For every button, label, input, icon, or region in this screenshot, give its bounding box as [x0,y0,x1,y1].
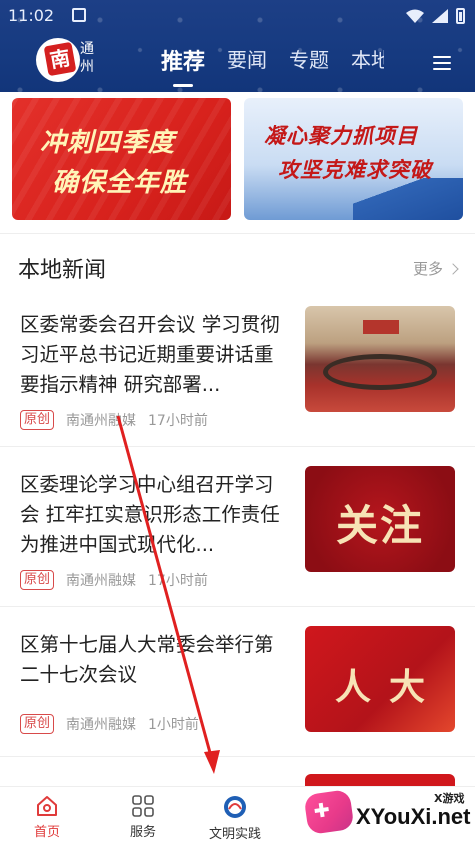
news-meta: 原创 南通州融媒 1小时前 [20,714,199,734]
watermark: X游戏 XYouXi.net [302,786,475,844]
banner-left[interactable]: 冲刺四季度 确保全年胜 [12,98,231,220]
tab-recommend[interactable]: 推荐 [150,44,216,87]
watermark-text: XYouXi.net [356,804,471,829]
banner-flag-graphic [353,178,463,220]
news-time: 17小时前 [148,413,208,429]
news-item[interactable]: 区委理论学习中心组召开学习会 扛牢扛实意识形态工作责任 为推进中国式现代化...… [0,448,475,608]
app-screen: 11:02 南 通州 推荐 要闻 专题 本地 冲刺四季度 确保全年胜 凝心聚力抓… [0,0,475,844]
divider [0,446,475,447]
next-thumbnail-peek [305,774,455,786]
news-meta: 原创 南通州融媒 17小时前 [20,410,208,430]
banner-left-line1: 冲刺四季度 [40,128,176,158]
nav-civilization-label: 文明实践 [208,827,261,842]
news-source: 南通州融媒 [66,717,137,733]
notification-icon [72,8,86,22]
divider [0,606,475,607]
news-meta: 原创 南通州融媒 17小时前 [20,570,208,590]
emblem-icon [224,796,246,818]
wifi-icon [406,9,424,23]
chevron-right-icon [447,262,459,275]
status-time: 11:02 [8,6,55,25]
app-logo[interactable]: 南 通州 [34,34,94,88]
logo-text: 通州 [80,41,94,75]
news-thumbnail[interactable]: 关注 [305,466,455,572]
original-badge: 原创 [20,570,55,590]
more-label: 更多 [412,260,443,278]
news-title[interactable]: 区第十七届人大常委会举行第二十七次会议 [20,630,288,690]
gamepad-logo [303,788,355,836]
banner-right-line1: 凝心聚力抓项目 [264,123,418,148]
status-icons [406,8,465,24]
more-link[interactable]: 更多 [412,258,459,279]
news-item[interactable]: 区第十七届人大常委会举行第二十七次会议 原创 南通州融媒 1小时前 人大 [0,608,475,768]
news-source: 南通州融媒 [66,573,137,589]
original-badge: 原创 [20,410,55,430]
nav-service[interactable]: 服务 [108,795,178,840]
channel-tabs: 推荐 要闻 专题 本地 [150,44,384,87]
signal-icon [432,9,448,23]
banner-right-line2: 攻坚克难求突破 [278,157,432,182]
news-source: 南通州融媒 [66,413,137,429]
divider [0,756,475,757]
menu-icon[interactable] [433,56,451,70]
news-thumbnail[interactable]: 人大 [305,626,455,732]
section-title: 本地新闻 [18,258,107,283]
news-item[interactable]: 区委常委会召开会议 学习贯彻习近平总书记近期重要讲话重要指示精神 研究部署...… [0,288,475,448]
nav-home[interactable]: 首页 [12,795,82,840]
banner-row: 冲刺四季度 确保全年胜 凝心聚力抓项目 攻坚克难求突破 [0,92,475,232]
news-title[interactable]: 区委理论学习中心组召开学习会 扛牢扛实意识形态工作责任 为推进中国式现代化... [20,470,288,560]
original-badge: 原创 [20,714,55,734]
status-bar: 11:02 [0,0,475,32]
tab-headlines[interactable]: 要闻 [216,44,278,73]
nav-home-label: 首页 [33,825,60,840]
tab-topics[interactable]: 专题 [278,44,340,73]
thumbnail-text: 人大 [334,667,443,708]
banner-left-line2: 确保全年胜 [52,168,188,198]
news-thumbnail[interactable] [305,306,455,412]
news-time: 1小时前 [148,717,199,733]
nav-service-label: 服务 [129,825,156,840]
tab-local[interactable]: 本地 [340,44,384,73]
nav-civilization[interactable]: 文明实践 [200,795,270,842]
app-header: 11:02 南 通州 推荐 要闻 专题 本地 [0,0,475,92]
grid-icon [132,795,154,817]
logo-seal: 南 [43,41,77,77]
home-icon [37,796,57,816]
battery-icon [456,8,465,24]
thumbnail-text: 关注 [335,501,424,550]
divider [0,233,475,234]
banner-right[interactable]: 凝心聚力抓项目 攻坚克难求突破 [244,98,463,220]
news-time: 17小时前 [148,573,208,589]
news-title[interactable]: 区委常委会召开会议 学习贯彻习近平总书记近期重要讲话重要指示精神 研究部署... [20,310,288,400]
